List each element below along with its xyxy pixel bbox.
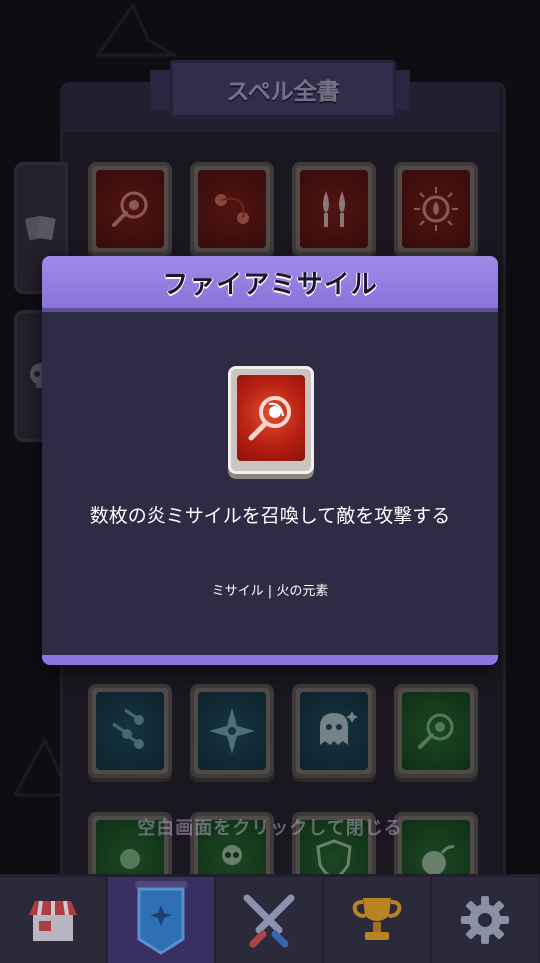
ghost-icon: [320, 711, 358, 745]
close-hint: 空白画面をクリックして閉じる: [137, 818, 403, 839]
modal-footer-bar: [42, 655, 498, 665]
spellbook-title: スペル全書: [226, 79, 340, 105]
fire-missile-icon: [248, 396, 291, 441]
bottom-nav: [0, 874, 540, 963]
nav-settings[interactable]: [432, 877, 540, 963]
fire-missile-icon: [112, 191, 148, 227]
modal-title: ファイアミサイル: [162, 269, 378, 300]
trophy-icon: [352, 898, 402, 940]
spell-card[interactable]: [394, 684, 478, 778]
spell-detail-modal: ファイアミサイル 数枚の炎ミサイルを召喚して敵を攻撃する ミサイル | 火の元素: [42, 256, 498, 665]
spell-description: 数枚の炎ミサイルを召喚して敵を攻撃する: [89, 505, 451, 527]
witch-hat-doodle-icon: [95, 1, 178, 57]
spell-card[interactable]: [190, 162, 274, 256]
twin-drops-icon: [323, 191, 345, 227]
cards-icon: [25, 215, 56, 241]
spell-card[interactable]: [292, 684, 376, 778]
nav-spellbook[interactable]: [108, 877, 216, 963]
spell-card[interactable]: [394, 162, 478, 256]
modal-header: ファイアミサイル: [42, 256, 498, 312]
spell-card[interactable]: [292, 162, 376, 256]
shop-icon: [29, 900, 77, 941]
modal-spell-card: [228, 366, 314, 474]
fire-orbs-icon: [215, 194, 249, 224]
spell-tags: ミサイル | 火の元素: [211, 584, 329, 599]
spell-card[interactable]: [190, 684, 274, 778]
comet-icon: [418, 713, 454, 749]
spellbook-title-ribbon: スペル全書: [170, 60, 396, 118]
orb-icon: [120, 849, 140, 869]
spell-card[interactable]: [88, 162, 172, 256]
nav-shop[interactable]: [0, 877, 108, 963]
spellbook-banner-icon: [135, 881, 187, 955]
shuriken-icon: [209, 708, 255, 754]
nav-trophy[interactable]: [324, 877, 432, 963]
fire-burst-icon: [414, 187, 458, 231]
meteor-shower-icon: [112, 708, 144, 749]
spell-card[interactable]: [88, 684, 172, 778]
crossed-swords-icon: [243, 894, 295, 948]
gear-icon: [461, 896, 509, 944]
nav-battle[interactable]: [216, 877, 324, 963]
